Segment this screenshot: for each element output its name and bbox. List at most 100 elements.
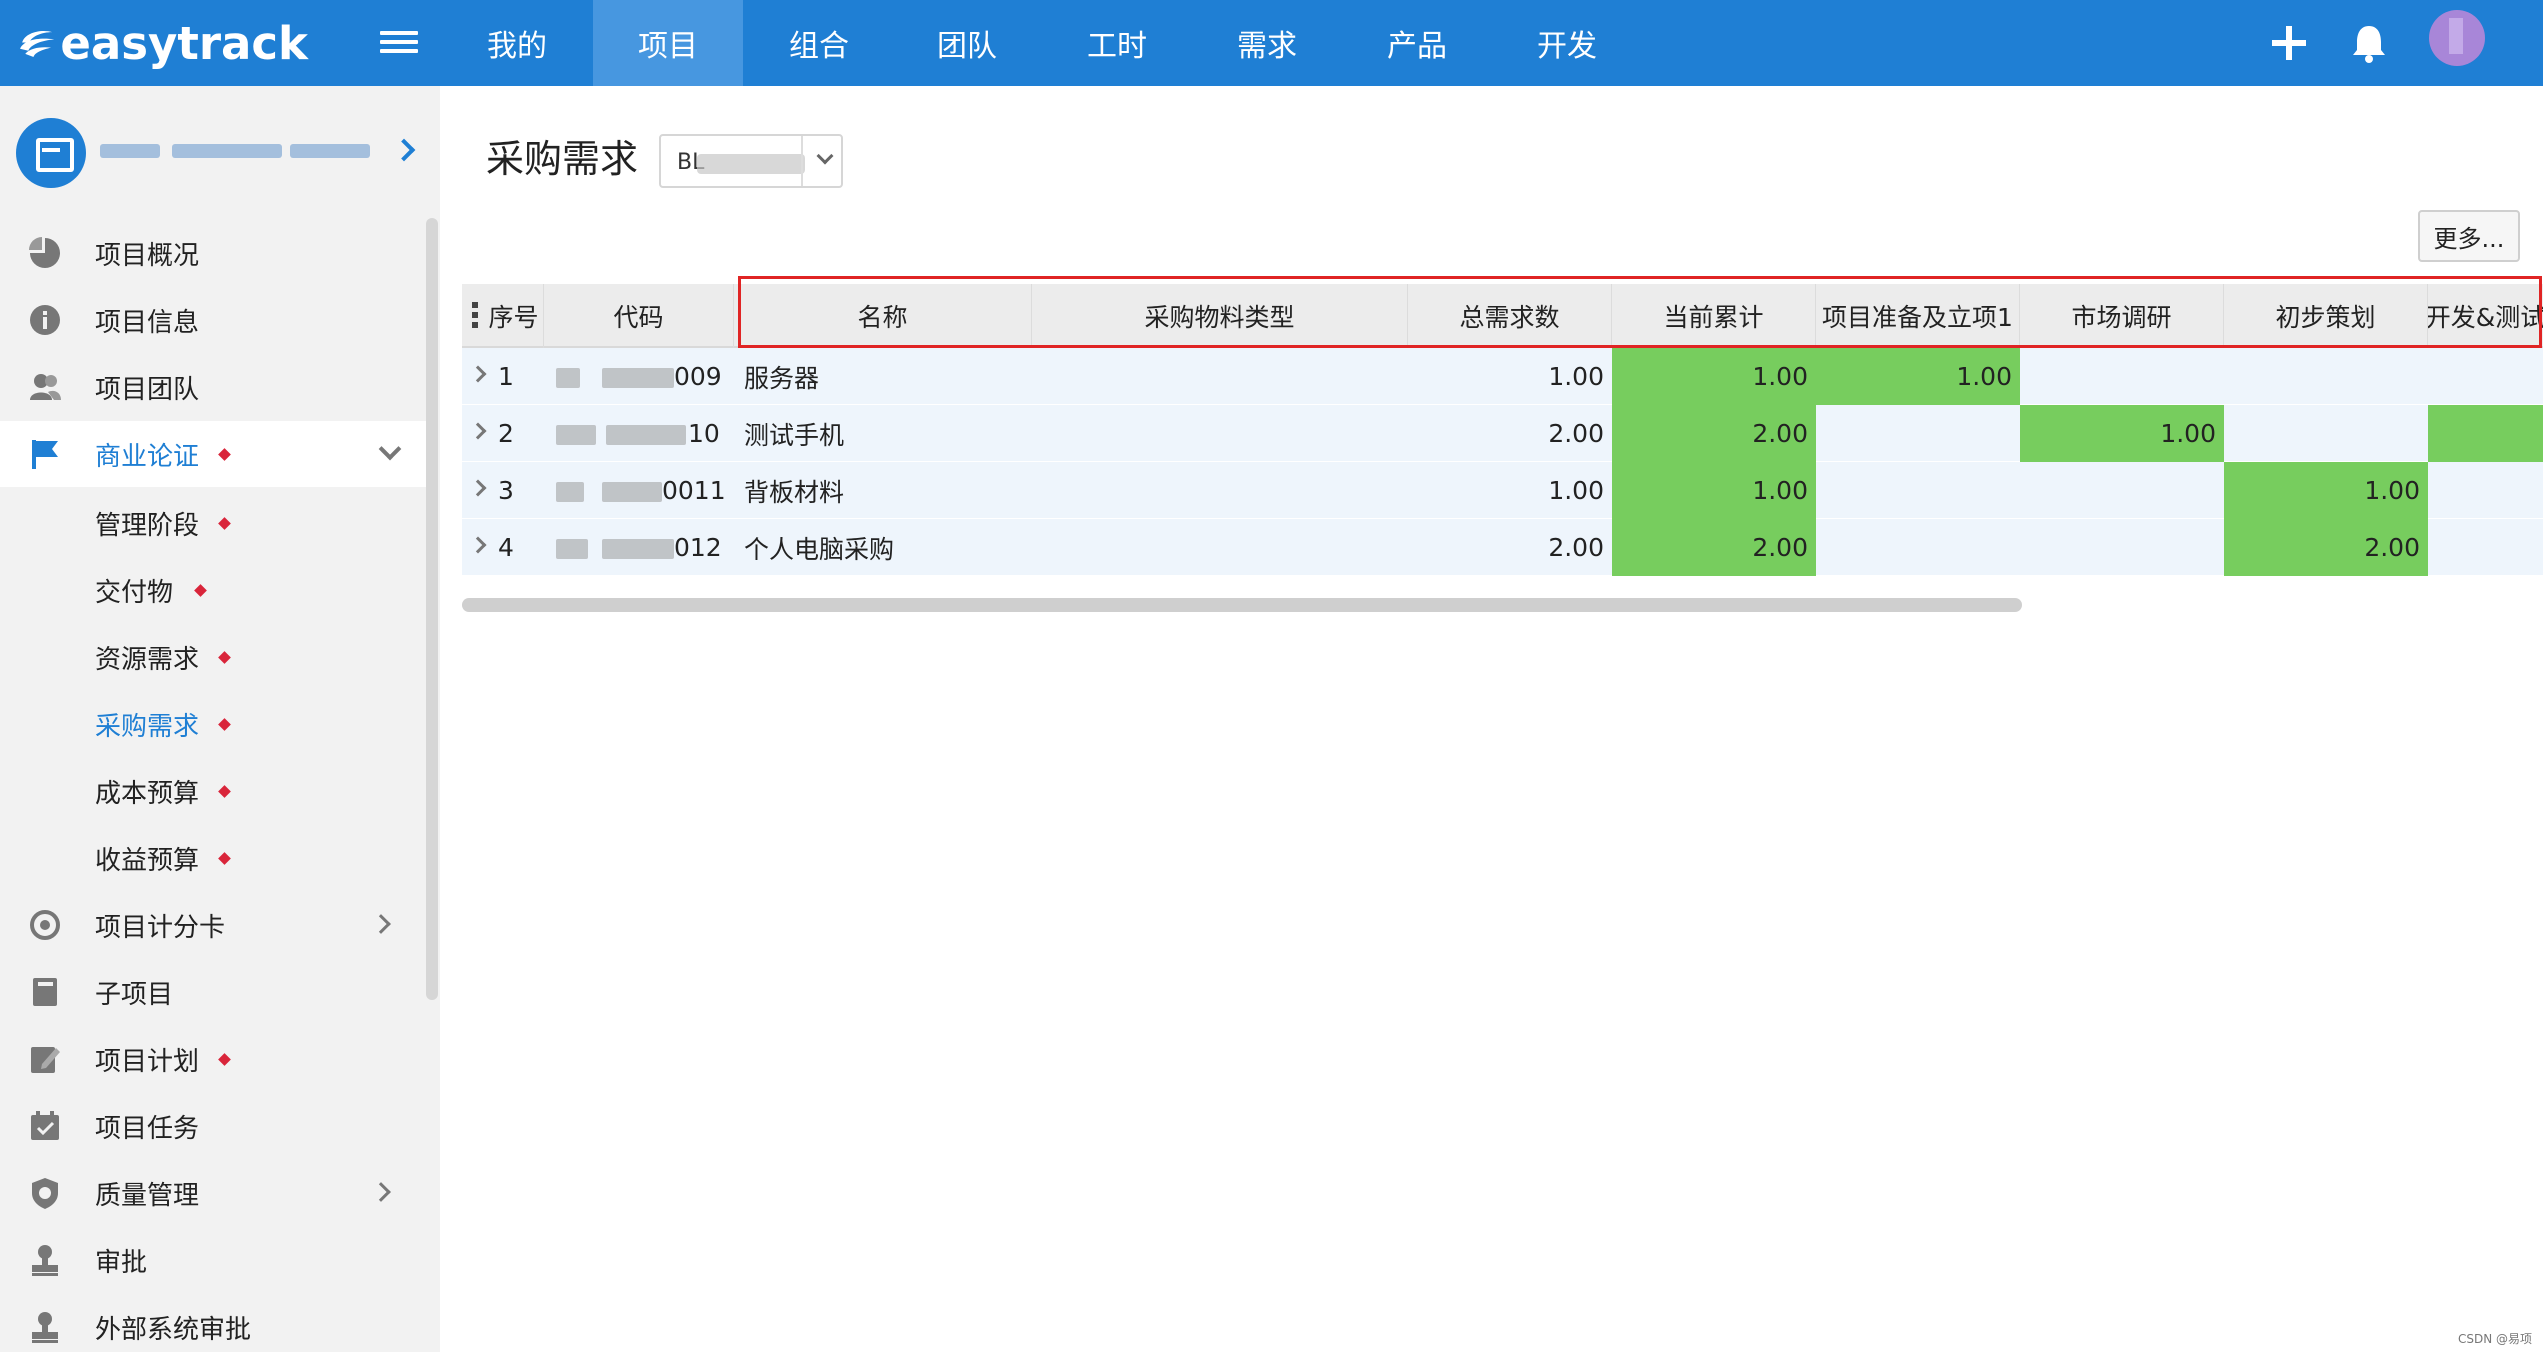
- cell-code: 0011: [662, 476, 726, 505]
- sidebar-item-team[interactable]: 项目团队: [0, 354, 428, 420]
- col-header-index[interactable]: 序号: [484, 284, 544, 348]
- stamp-icon: [32, 1245, 58, 1276]
- sidebar-subitem-cost-budget[interactable]: 成本预算: [0, 758, 428, 824]
- sidebar-subitem-procurement[interactable]: 采购需求: [0, 691, 428, 757]
- sidebar: 项目概况 项目信息 项目团队 商业论证 管理阶段 交付物 资源需求 采购需求 成…: [0, 86, 440, 1352]
- top-navbar: easytrack 我的 项目 组合 团队 工时 需求 产品 开发: [0, 0, 2543, 86]
- annotation-highlight-box: [738, 276, 2542, 348]
- plus-icon[interactable]: [2264, 18, 2314, 68]
- nav-item-portfolio[interactable]: 组合: [760, 0, 878, 86]
- chevron-down-icon[interactable]: [378, 437, 402, 461]
- cell-dev: [2428, 519, 2543, 576]
- info-icon: [30, 305, 60, 335]
- cell-material-type: [1032, 348, 1408, 405]
- target-icon: [30, 910, 60, 940]
- expand-row-icon[interactable]: [469, 536, 487, 554]
- easytrack-logo-icon: [20, 30, 55, 57]
- code-redacted: [602, 539, 674, 559]
- sidebar-item-label: 项目计划: [95, 1046, 200, 1077]
- sidebar-item-business-case[interactable]: 商业论证: [0, 421, 428, 487]
- expand-row-icon[interactable]: [469, 365, 487, 383]
- sidebar-item-label: 子项目: [95, 979, 174, 1010]
- sidebar-item-approval[interactable]: 审批: [0, 1227, 428, 1293]
- chevron-right-icon[interactable]: [371, 914, 391, 934]
- chevron-down-icon: [816, 147, 834, 165]
- cell-name[interactable]: 个人电脑采购: [744, 519, 1032, 576]
- project-name-redacted: [100, 136, 372, 164]
- shield-icon: [32, 1178, 58, 1209]
- table-row[interactable]: 1 009 服务器 1.00 1.00 1.00: [462, 348, 2543, 405]
- cell-name[interactable]: 测试手机: [744, 405, 1032, 462]
- cell-current: 2.00: [1612, 519, 1816, 576]
- nav-item-development[interactable]: 开发: [1508, 0, 1626, 86]
- sidebar-subitem-revenue-budget[interactable]: 收益预算: [0, 825, 428, 891]
- cell-material-type: [1032, 519, 1408, 576]
- cell-prep: [1816, 519, 2020, 576]
- cell-current: 2.00: [1612, 405, 1816, 462]
- cell-dev: [2428, 462, 2543, 519]
- marker-dot: [218, 448, 231, 461]
- project-icon: [16, 118, 86, 188]
- sidebar-subitem-deliverables[interactable]: 交付物: [0, 557, 428, 623]
- nav-item-timesheet[interactable]: 工时: [1058, 0, 1176, 86]
- sidebar-item-overview[interactable]: 项目概况: [0, 220, 428, 286]
- version-select[interactable]: BL: [659, 134, 843, 188]
- column-menu-icon[interactable]: [472, 302, 480, 332]
- col-header-code[interactable]: 代码: [544, 284, 734, 348]
- sidebar-scrollbar[interactable]: [426, 218, 438, 1000]
- sidebar-item-subproject[interactable]: 子项目: [0, 959, 428, 1025]
- logo-text: easytrack: [60, 16, 308, 70]
- cell-material-type: [1032, 405, 1408, 462]
- sidebar-subitem-label: 管理阶段: [95, 510, 200, 541]
- sidebar-item-quality[interactable]: 质量管理: [0, 1160, 428, 1226]
- cell-prep: 1.00: [1816, 348, 2020, 405]
- cell-code: 012: [674, 533, 722, 562]
- cell-prep: [1816, 405, 2020, 462]
- sidebar-item-scorecard[interactable]: 项目计分卡: [0, 892, 428, 958]
- bell-icon[interactable]: [2344, 18, 2394, 68]
- nav-item-product[interactable]: 产品: [1358, 0, 1476, 86]
- sidebar-item-label: 项目任务: [95, 1113, 200, 1144]
- nav-item-team[interactable]: 团队: [908, 0, 1026, 86]
- cell-index: 1: [498, 362, 514, 391]
- code-redacted: [602, 482, 662, 502]
- nav-item-project[interactable]: 项目: [593, 0, 743, 86]
- cell-code: 009: [674, 362, 722, 391]
- sidebar-subitem-label: 收益预算: [95, 845, 200, 876]
- cell-prep: [1816, 462, 2020, 519]
- cell-market: [2020, 519, 2224, 576]
- sidebar-item-label: 项目团队: [95, 374, 200, 405]
- sidebar-subitem-label: 采购需求: [95, 711, 200, 742]
- stamp-icon: [32, 1312, 58, 1343]
- sidebar-item-external-approval[interactable]: 外部系统审批: [0, 1294, 428, 1360]
- sidebar-item-plan[interactable]: 项目计划: [0, 1026, 428, 1092]
- project-header[interactable]: [0, 86, 440, 218]
- avatar[interactable]: [2429, 10, 2485, 66]
- cell-plan: [2224, 348, 2428, 405]
- cell-name[interactable]: 服务器: [744, 348, 1032, 405]
- sidebar-subitem-resources[interactable]: 资源需求: [0, 624, 428, 690]
- code-redacted: [556, 482, 584, 502]
- cell-dev: [2428, 348, 2543, 405]
- code-redacted: [606, 425, 686, 445]
- more-button[interactable]: 更多...: [2418, 210, 2520, 262]
- sidebar-item-info[interactable]: 项目信息: [0, 287, 428, 353]
- expand-row-icon[interactable]: [469, 422, 487, 440]
- sidebar-item-label: 项目概况: [95, 240, 200, 271]
- sidebar-subitem-stages[interactable]: 管理阶段: [0, 490, 428, 556]
- menu-toggle-icon[interactable]: [380, 26, 418, 60]
- table-row[interactable]: 4 012 个人电脑采购 2.00 2.00 2.00: [462, 519, 2543, 576]
- chevron-right-icon[interactable]: [371, 1182, 391, 1202]
- cell-dev: [2428, 405, 2543, 462]
- logo[interactable]: easytrack: [18, 10, 308, 76]
- horizontal-scrollbar[interactable]: [462, 598, 2022, 612]
- cell-name[interactable]: 背板材料: [744, 462, 1032, 519]
- table-row[interactable]: 3 0011 背板材料 1.00 1.00 1.00: [462, 462, 2543, 519]
- nav-item-requirement[interactable]: 需求: [1208, 0, 1326, 86]
- chevron-right-icon[interactable]: [392, 138, 416, 162]
- marker-dot: [194, 584, 207, 597]
- nav-item-mine[interactable]: 我的: [458, 0, 576, 86]
- expand-row-icon[interactable]: [469, 479, 487, 497]
- sidebar-item-tasks[interactable]: 项目任务: [0, 1093, 428, 1159]
- table-row[interactable]: 2 10 测试手机 2.00 2.00 1.00: [462, 405, 2543, 462]
